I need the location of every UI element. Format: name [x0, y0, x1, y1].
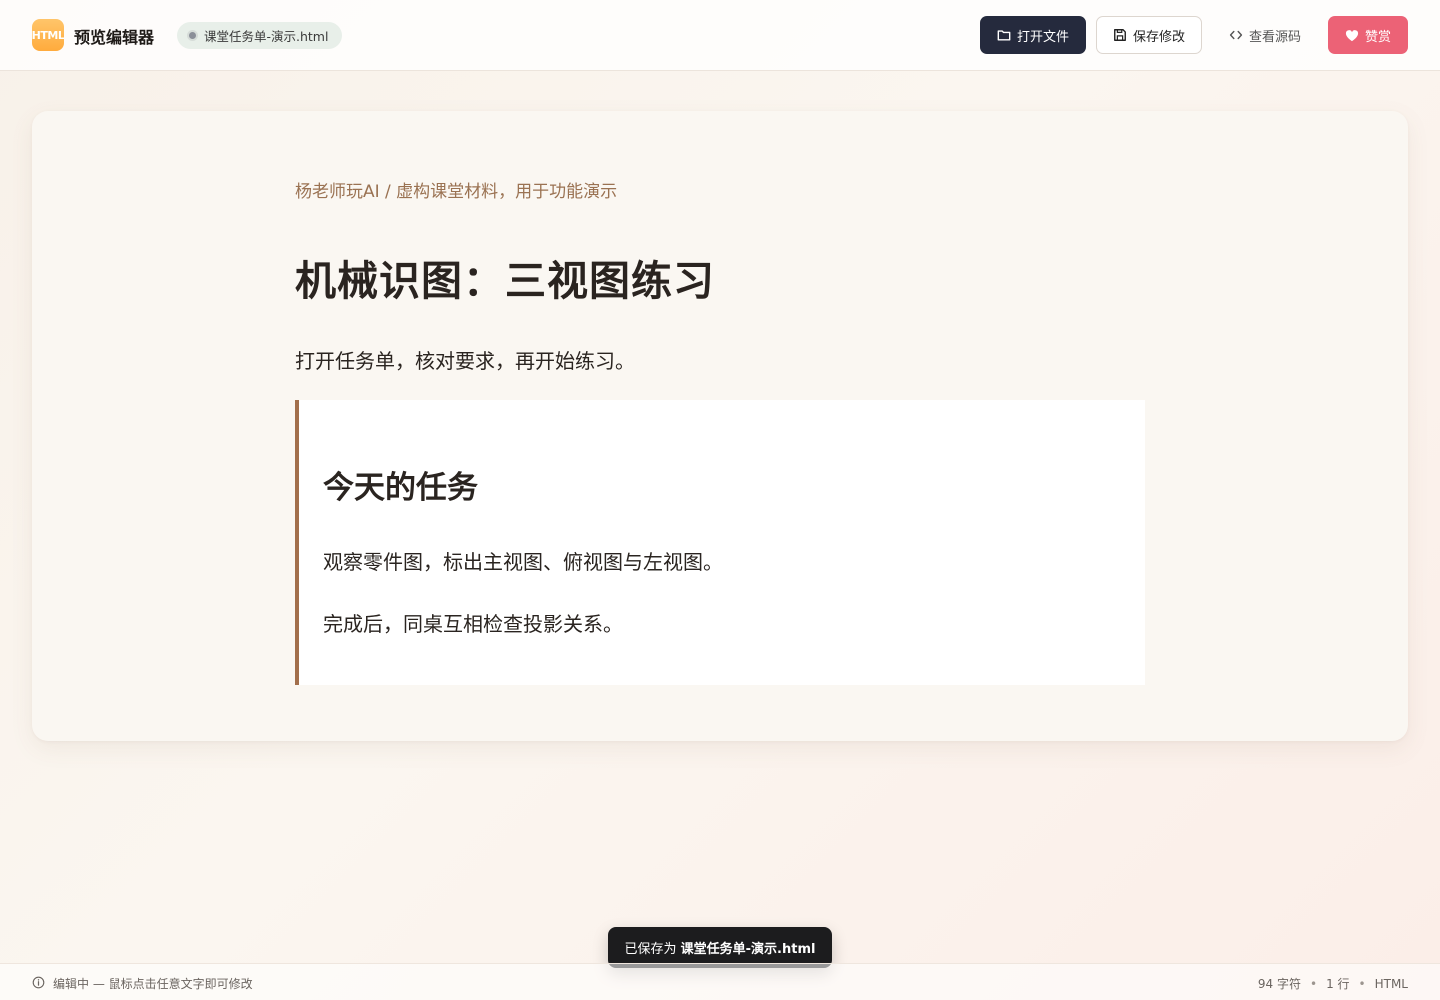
document-card: 杨老师玩AI / 虚构课堂材料，用于功能演示 机械识图：三视图练习 打开任务单，… — [32, 111, 1408, 741]
like-label: 赞赏 — [1364, 29, 1391, 45]
app-title: 预览编辑器 — [74, 28, 155, 47]
logo-text: HTML — [32, 28, 64, 42]
status-separator: • — [1309, 976, 1318, 991]
document-meta[interactable]: 杨老师玩AI / 虚构课堂材料，用于功能演示 — [295, 177, 617, 202]
document-lead[interactable]: 打开任务单，核对要求，再开始练习。 — [295, 345, 635, 374]
save-button[interactable]: 保存修改 — [1096, 16, 1202, 54]
info-icon — [32, 976, 45, 992]
task-box: 今天的任务 观察零件图，标出主视图、俯视图与左视图。 完成后，同桌互相检查投影关… — [295, 400, 1145, 685]
floppy-icon — [1113, 28, 1127, 42]
toast-file: 课堂任务单-演示.html — [680, 942, 816, 957]
code-icon — [1229, 28, 1243, 42]
status-line-count: 1 行 — [1326, 977, 1350, 991]
saved-toast: 已保存为 课堂任务单-演示.html — [608, 927, 832, 968]
app-logo: HTML — [32, 19, 64, 51]
task-heading[interactable]: 今天的任务 — [323, 462, 478, 507]
open-file-button[interactable]: 打开文件 — [980, 16, 1086, 54]
like-button[interactable]: 赞赏 — [1328, 16, 1408, 54]
top-bar: HTML 预览编辑器 课堂任务单-演示.html 打开文件 保存修改 查看源码 … — [0, 0, 1440, 71]
view-source-button[interactable]: 查看源码 — [1216, 16, 1314, 54]
file-status-dot — [189, 32, 196, 39]
view-source-label: 查看源码 — [1248, 29, 1301, 45]
current-file-pill: 课堂任务单-演示.html — [177, 22, 343, 49]
status-format: HTML — [1374, 976, 1408, 991]
status-bar: 编辑中 — 鼠标点击任意文字即可修改 94 字符 • 1 行 • HTML — [0, 963, 1440, 1000]
status-right: 94 字符 • 1 行 • HTML — [1258, 975, 1408, 992]
status-char-count: 94 字符 — [1257, 977, 1301, 991]
task-line-1[interactable]: 观察零件图，标出主视图、俯视图与左视图。 — [323, 546, 723, 575]
status-separator: • — [1358, 976, 1366, 991]
save-label: 保存修改 — [1132, 29, 1185, 45]
document-title[interactable]: 机械识图：三视图练习 — [295, 247, 715, 307]
task-line-2[interactable]: 完成后，同桌互相检查投影关系。 — [323, 608, 623, 637]
heart-icon — [1345, 29, 1359, 42]
status-mode: 编辑中 — 鼠标点击任意文字即可修改 — [53, 977, 253, 991]
toast-prefix: 已保存为 — [624, 942, 681, 957]
current-file-name: 课堂任务单-演示.html — [204, 29, 329, 44]
folder-icon — [997, 28, 1011, 42]
status-left: 编辑中 — 鼠标点击任意文字即可修改 — [32, 975, 253, 992]
open-file-label: 打开文件 — [1016, 29, 1069, 45]
